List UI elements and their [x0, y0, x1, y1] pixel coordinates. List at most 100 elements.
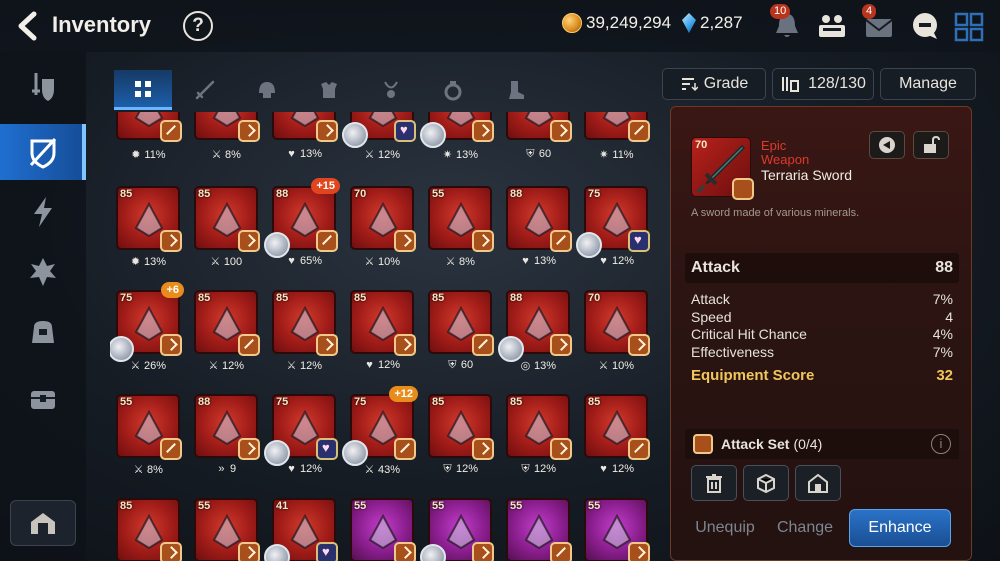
- rail-unequipped[interactable]: [0, 124, 86, 180]
- store-button[interactable]: [795, 465, 841, 501]
- equipment-item[interactable]: 55: [584, 498, 650, 561]
- equipment-item[interactable]: 75: [576, 186, 650, 258]
- manage-button[interactable]: Manage: [880, 68, 976, 100]
- equipment-item[interactable]: 88: [194, 394, 260, 460]
- equipment-item[interactable]: 55: [194, 498, 260, 561]
- substat-value: 7%: [932, 344, 953, 360]
- chest-icon: [31, 391, 55, 409]
- equipment-item[interactable]: 75: [264, 394, 338, 466]
- rail-equipment[interactable]: [0, 60, 86, 116]
- category-rail: [0, 52, 86, 561]
- item-stat: » 9: [191, 463, 261, 479]
- equipment-item[interactable]: [272, 112, 338, 142]
- equipment-item[interactable]: 41: [264, 498, 338, 561]
- item-stat: ♥ 13%: [503, 255, 573, 271]
- notifications-button[interactable]: 10: [770, 4, 804, 42]
- armor-icon: [321, 82, 337, 98]
- equipment-item[interactable]: 85: [350, 290, 416, 356]
- chat-button[interactable]: [908, 10, 942, 42]
- equipment-item[interactable]: 85: [428, 394, 494, 460]
- help-button[interactable]: ?: [183, 11, 213, 41]
- rail-chests[interactable]: [0, 370, 86, 426]
- item-stat-value: 12%: [533, 463, 557, 475]
- capacity-value: 128/130: [808, 75, 866, 92]
- substat-label: Critical Hit Chance: [691, 326, 807, 342]
- rail-materials[interactable]: [0, 304, 86, 360]
- equipment-item[interactable]: 70: [350, 186, 416, 252]
- set-icon: [394, 438, 416, 460]
- equipment-item[interactable]: 55: [420, 498, 494, 561]
- equipment-item[interactable]: 75 +6: [110, 282, 184, 362]
- menu-button[interactable]: [952, 10, 986, 42]
- change-button[interactable]: Change: [771, 509, 839, 547]
- equipment-item[interactable]: 88: [506, 186, 572, 252]
- equipment-item[interactable]: 88: [498, 290, 572, 362]
- grade-sort-button[interactable]: Grade: [662, 68, 766, 100]
- unlock-icon: [924, 135, 940, 153]
- set-icon: [316, 334, 338, 356]
- equipment-item[interactable]: 85: [272, 290, 338, 356]
- attack-icon: ⚔: [210, 256, 221, 268]
- helmet-icon: [259, 82, 275, 98]
- storage-button[interactable]: [10, 500, 76, 546]
- extract-button[interactable]: [743, 465, 789, 501]
- equipment-item[interactable]: 85: [116, 498, 182, 561]
- mail-button[interactable]: 4: [862, 4, 896, 42]
- tab-helmet[interactable]: [238, 70, 296, 110]
- equipment-item[interactable]: 55: [116, 394, 182, 460]
- substat-row: Speed 4: [691, 309, 953, 325]
- equipment-item[interactable]: [116, 112, 182, 142]
- item-level: 70: [695, 139, 708, 151]
- equipment-item[interactable]: [420, 112, 494, 148]
- equipment-item[interactable]: [506, 112, 572, 142]
- equipment-item[interactable]: 55: [428, 186, 494, 252]
- equipment-item[interactable]: [584, 112, 650, 142]
- ring-icon: [444, 81, 462, 101]
- crit-damage-icon: ✷: [442, 149, 453, 161]
- health-icon: ♥: [600, 463, 607, 475]
- mail-badge: 4: [862, 4, 877, 19]
- tab-ring[interactable]: [424, 70, 482, 110]
- set-icon: [316, 120, 338, 142]
- substat-label: Attack: [691, 291, 730, 307]
- equipment-type-tabs: [110, 70, 650, 110]
- friends-button[interactable]: [815, 10, 849, 42]
- item-stat: ⚔ 8%: [191, 148, 261, 164]
- item-stat: ⚔ 26%: [113, 359, 183, 375]
- item-stat: ⚔ 10%: [347, 255, 417, 271]
- lock-button[interactable]: [913, 131, 949, 159]
- item-stat-value: 10%: [377, 256, 401, 268]
- share-button[interactable]: [869, 131, 905, 159]
- tab-weapon[interactable]: [176, 70, 234, 110]
- equipment-item[interactable]: 88 +15: [264, 178, 340, 258]
- equipment-item[interactable]: 75 +12: [342, 386, 418, 466]
- back-button[interactable]: [12, 8, 46, 44]
- equipment-item[interactable]: 55: [506, 498, 572, 561]
- rail-catalysts[interactable]: [0, 244, 86, 300]
- equipment-item[interactable]: 85: [194, 290, 260, 356]
- equipment-item[interactable]: 85: [194, 186, 260, 252]
- equipment-item[interactable]: [194, 112, 260, 142]
- tab-boots[interactable]: [486, 70, 544, 110]
- equipment-item[interactable]: 85: [428, 290, 494, 356]
- set-info-row: Attack Set (0/4) i: [685, 429, 959, 459]
- unequip-button[interactable]: Unequip: [691, 509, 759, 547]
- rail-artifacts[interactable]: [0, 184, 86, 240]
- set-info-icon[interactable]: i: [931, 434, 951, 454]
- equipment-item[interactable]: [342, 112, 416, 148]
- equipment-item[interactable]: 85: [584, 394, 650, 460]
- tab-armor[interactable]: [300, 70, 358, 110]
- substat-value: 7%: [932, 291, 953, 307]
- equipment-item[interactable]: 55: [350, 498, 416, 561]
- sell-button[interactable]: [691, 465, 737, 501]
- crit-damage-icon: ✷: [599, 149, 609, 161]
- inventory-capacity[interactable]: 128/130: [772, 68, 874, 100]
- item-stat-value: 8%: [147, 464, 163, 476]
- equipment-item[interactable]: 85: [506, 394, 572, 460]
- equipment-item[interactable]: 70: [584, 290, 650, 356]
- tab-necklace[interactable]: [362, 70, 420, 110]
- equipment-item[interactable]: 85: [116, 186, 182, 252]
- enhance-button[interactable]: Enhance: [849, 509, 951, 547]
- item-stat-value: 12%: [611, 255, 635, 267]
- tab-all[interactable]: [114, 70, 172, 110]
